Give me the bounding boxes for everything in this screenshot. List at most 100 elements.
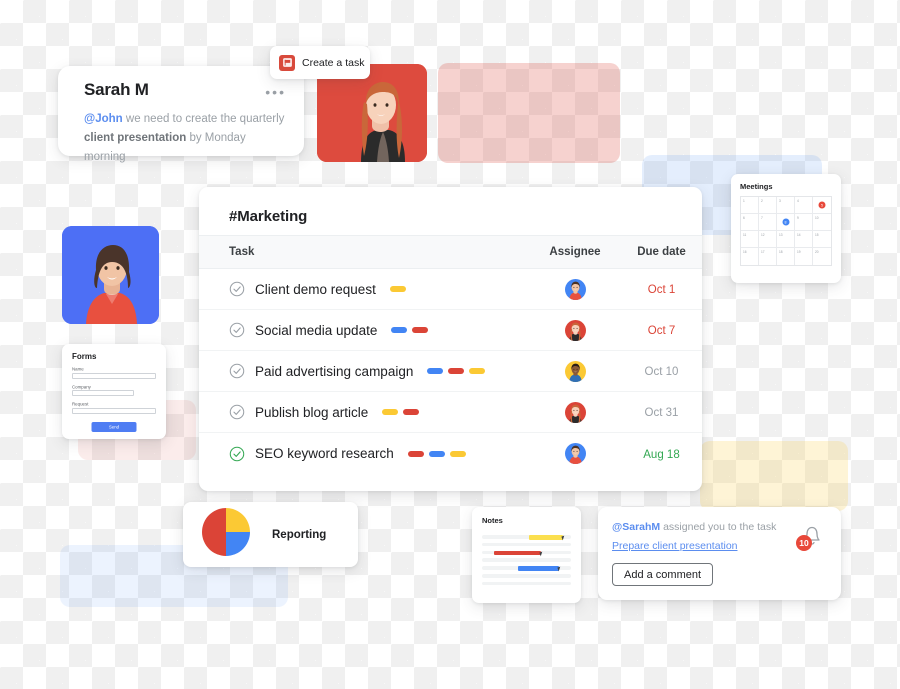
calendar-day[interactable]: 3 [777, 197, 795, 214]
form-input-company[interactable] [72, 390, 135, 396]
avatar[interactable] [564, 360, 586, 382]
table-row[interactable]: Publish blog article Oct 31 [199, 392, 702, 433]
message-author: Sarah M [84, 80, 149, 99]
calendar-day-number: 6 [743, 215, 745, 220]
form-input-name[interactable] [72, 372, 156, 379]
calendar-day[interactable]: 13 [777, 231, 795, 248]
comment-card: @SarahM assigned you to the task Prepare… [598, 507, 841, 600]
task-tags[interactable] [427, 368, 486, 374]
calendar-day-number: 15 [815, 232, 819, 237]
table-header: #Marketing [199, 187, 702, 235]
task-tag[interactable] [469, 368, 486, 374]
task-tags[interactable] [389, 286, 406, 292]
due-date: Aug 18 [643, 448, 680, 461]
calendar-day[interactable]: 16 [741, 248, 759, 265]
task-complete-check-icon[interactable] [229, 404, 245, 420]
due-date: Oct 31 [644, 407, 679, 419]
calendar-day[interactable]: 8 [777, 214, 795, 231]
calendar-day[interactable]: 19 [795, 248, 813, 265]
message-overflow-menu-icon[interactable]: ••• [265, 85, 286, 99]
due-date-cell: Oct 1 [621, 280, 702, 298]
calendar-day[interactable]: 15 [813, 231, 831, 248]
message-body: @John we need to create the quarterly cl… [84, 110, 286, 167]
avatar[interactable] [564, 443, 586, 464]
task-complete-check-icon[interactable] [229, 363, 245, 379]
task-tag[interactable] [403, 409, 420, 415]
task-tag[interactable] [389, 286, 406, 292]
calendar-day-number: 19 [797, 249, 801, 254]
canvas: Sarah M ••• @John we need to create the … [0, 0, 900, 689]
calendar-day[interactable]: 12 [759, 231, 777, 248]
calendar-day[interactable]: 17 [759, 248, 777, 265]
calendar-day[interactable]: 6 [741, 214, 759, 231]
form-send-button[interactable]: Send [91, 421, 137, 432]
calendar-day-number: 7 [761, 215, 763, 220]
note-highlight[interactable] [517, 566, 559, 571]
task-complete-check-icon[interactable] [229, 281, 245, 297]
calendar-day-number: 3 [779, 198, 781, 203]
calendar-day[interactable]: 5 [813, 197, 831, 214]
calendar-day[interactable]: 14 [795, 231, 813, 248]
avatar[interactable] [564, 278, 586, 300]
table-body: Client demo request Oct 1 Social media upd… [199, 269, 702, 474]
task-tag[interactable] [448, 368, 465, 374]
task-name: Paid advertising campaign [255, 363, 414, 379]
form-label-request: Request [72, 401, 89, 407]
calendar-day[interactable]: 9 [795, 214, 813, 231]
notification-bell-icon[interactable]: 10 [796, 523, 825, 551]
calendar-grid[interactable]: 1 2 3 4 5 6 7 8 9 10 11 12 13 14 15 16 17 18 19 20 [740, 196, 832, 266]
task-tag[interactable] [391, 327, 408, 333]
task-cell: Social media update [199, 322, 529, 338]
calendar-event-dot[interactable]: 8 [782, 218, 789, 226]
note-line [482, 542, 571, 547]
calendar-day[interactable]: 2 [759, 197, 777, 214]
form-input-request[interactable] [72, 407, 156, 414]
calendar-day[interactable]: 4 [795, 197, 813, 214]
notes-lines[interactable] [482, 535, 571, 586]
calendar-day-number: 20 [815, 249, 819, 254]
reporting-card[interactable]: Reporting [183, 502, 358, 567]
page-title: #Marketing [229, 208, 308, 225]
assignee-cell [529, 443, 621, 464]
note-highlight[interactable] [529, 535, 563, 540]
calendar-day[interactable]: 10 [813, 214, 831, 231]
note-highlight[interactable] [494, 550, 541, 556]
task-tags[interactable] [382, 409, 420, 415]
calendar-day-number: 14 [797, 232, 801, 237]
calendar-day[interactable]: 1 [741, 197, 759, 214]
table-row[interactable]: Social media update Oct 7 [199, 310, 702, 351]
create-task-button[interactable]: Create a task [270, 46, 370, 79]
calendar-day[interactable]: 18 [777, 248, 795, 265]
calendar-day[interactable]: 11 [741, 231, 759, 248]
table-row[interactable]: Client demo request Oct 1 [199, 269, 702, 310]
avatar[interactable] [564, 401, 586, 423]
task-link[interactable]: Prepare client presentation [612, 540, 825, 552]
task-tags[interactable] [407, 450, 466, 457]
due-date-cell: Oct 10 [621, 362, 702, 380]
task-tag[interactable] [382, 409, 399, 415]
column-header-due-date: Due date [637, 246, 686, 258]
task-tags[interactable] [391, 327, 429, 333]
calendar-day[interactable]: 7 [759, 214, 777, 231]
table-row[interactable]: Paid advertising campaign Oct 10 [199, 351, 702, 392]
assignee-cell [529, 401, 621, 423]
calendar-day[interactable]: 20 [813, 248, 831, 265]
task-tag[interactable] [407, 450, 424, 457]
add-comment-button[interactable]: Add a comment [612, 563, 714, 586]
task-tag[interactable] [427, 368, 444, 374]
task-complete-check-icon[interactable] [229, 322, 245, 338]
mention-sarahm[interactable]: @SarahM [612, 521, 660, 533]
table-column-headers: Task Assignee Due date [199, 235, 702, 269]
calendar-day-number: 11 [743, 232, 747, 237]
task-complete-check-icon[interactable] [229, 446, 245, 462]
calendar-day-number: 13 [779, 232, 783, 237]
due-date: Oct 1 [647, 284, 676, 296]
task-tag[interactable] [428, 450, 445, 457]
table-row[interactable]: SEO keyword research Aug 18 [199, 433, 702, 474]
task-tag[interactable] [412, 327, 429, 333]
mention-john[interactable]: @John [84, 113, 123, 125]
avatar[interactable] [564, 319, 586, 341]
form-field-request: Request [72, 401, 156, 414]
calendar-event-dot[interactable]: 5 [818, 201, 826, 209]
task-tag[interactable] [449, 450, 466, 457]
